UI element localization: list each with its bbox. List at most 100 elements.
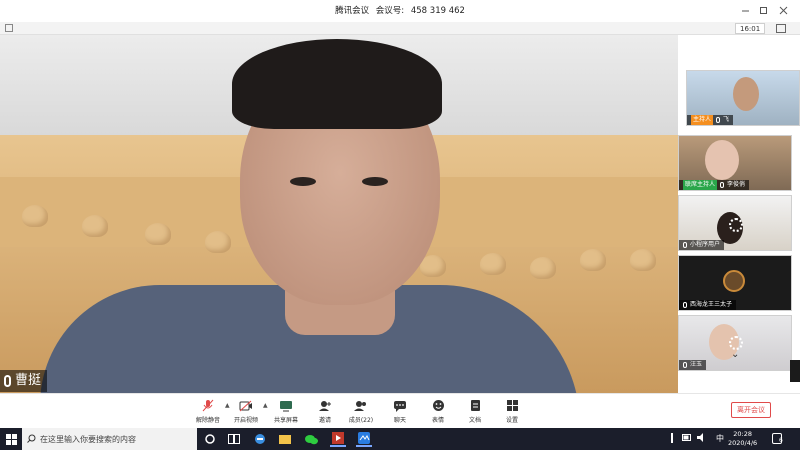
taskbar-search[interactable]: 在这里输入你要搜索的内容	[22, 428, 197, 450]
loading-icon	[729, 336, 743, 350]
participant-name: 小程序用户	[690, 241, 721, 248]
chat-button[interactable]: 聊天	[380, 399, 420, 427]
mic-off-icon	[201, 399, 215, 412]
layout-icon[interactable]	[776, 24, 786, 33]
headboard-heart	[480, 253, 506, 275]
mute-button[interactable]: 解除静音	[188, 399, 228, 427]
file-explorer-icon[interactable]	[277, 431, 293, 447]
battery-icon[interactable]	[682, 433, 692, 444]
tray-clock[interactable]: 20:28 2020/4/6	[728, 430, 757, 448]
camera-off-icon	[239, 399, 253, 412]
mic-icon	[683, 302, 687, 308]
cortana-icon[interactable]	[202, 431, 218, 447]
headboard-heart	[580, 249, 606, 271]
speaker-name: 曹挺	[15, 373, 42, 388]
media-player-icon[interactable]	[330, 431, 346, 447]
control-bar: 解除静音 ▲ 开启视频 ▲ 共享屏幕 邀请 成员(22) 聊天 表情 文档 设置	[0, 393, 800, 428]
document-icon	[468, 399, 482, 412]
share-label: 共享屏幕	[273, 417, 298, 424]
speaker-eye	[290, 177, 316, 186]
participant-tile[interactable]: 西海龙王三太子	[678, 255, 792, 311]
meeting-id-label: 会议号:	[375, 6, 405, 16]
title-bar: 腾讯会议 会议号: 458 319 462	[0, 0, 800, 22]
docs-label: 文档	[468, 417, 481, 424]
settings-button[interactable]: 设置	[492, 399, 532, 427]
tencent-meeting-icon[interactable]	[356, 431, 372, 447]
meeting-info-bar	[0, 22, 800, 35]
tray-time: 20:28	[733, 430, 752, 438]
mute-label: 解除静音	[195, 417, 220, 424]
wechat-icon[interactable]	[303, 431, 319, 447]
cohost-tag: 联席主持人	[683, 180, 718, 190]
main-video	[0, 35, 686, 393]
video-button[interactable]: 开启视频	[226, 399, 266, 427]
speaker-eye	[362, 177, 388, 186]
maximize-icon[interactable]	[756, 3, 770, 17]
participant-name: 李俊俏	[727, 181, 746, 188]
invite-label: 邀请	[318, 417, 331, 424]
close-icon[interactable]	[776, 3, 790, 17]
participant-name: 飞	[723, 116, 730, 123]
search-placeholder: 在这里输入你要搜索的内容	[40, 434, 136, 444]
participant-label: 小程序用户	[679, 240, 725, 250]
members-button[interactable]: 成员(22)	[341, 399, 381, 427]
host-tag: 主持人	[691, 115, 714, 125]
participant-face	[733, 77, 759, 111]
volume-icon[interactable]	[697, 433, 707, 444]
smile-icon	[431, 399, 445, 412]
add-user-icon	[318, 399, 332, 412]
chat-label: 聊天	[393, 417, 406, 424]
search-icon	[27, 434, 36, 445]
meeting-clock: 16:01	[735, 23, 766, 34]
minimize-icon[interactable]	[738, 3, 752, 17]
participant-label: 主持人 飞	[687, 115, 734, 125]
reactions-button[interactable]: 表情	[418, 399, 458, 427]
edge-browser-icon[interactable]	[252, 431, 268, 447]
participant-tile[interactable]: 汪玉 ⌄	[678, 315, 792, 371]
chevron-down-icon[interactable]: ⌄	[731, 349, 739, 360]
network-icon[interactable]	[668, 433, 676, 445]
video-label: 开启视频	[233, 417, 258, 424]
share-screen-button[interactable]: 共享屏幕	[266, 399, 306, 427]
tray-date: 2020/4/6	[728, 439, 758, 447]
participant-label: 汪玉	[679, 360, 707, 370]
headboard-heart	[145, 223, 171, 245]
headboard-heart	[530, 257, 556, 279]
settings-grid-icon	[505, 399, 519, 412]
headboard-heart	[82, 215, 108, 237]
members-label: 成员(22)	[348, 417, 374, 424]
participant-face	[705, 140, 739, 180]
headboard-heart	[22, 205, 48, 227]
invite-button[interactable]: 邀请	[305, 399, 345, 427]
docs-button[interactable]: 文档	[455, 399, 495, 427]
headboard-heart	[630, 249, 656, 271]
mic-icon	[720, 182, 725, 188]
mic-icon	[683, 362, 687, 368]
loading-icon	[729, 218, 743, 232]
participant-avatar	[723, 270, 745, 292]
task-view-icon[interactable]	[226, 431, 242, 447]
notification-count: 6	[779, 437, 783, 444]
meeting-id: 458 319 462	[410, 6, 465, 16]
info-icon[interactable]	[5, 24, 13, 32]
reactions-label: 表情	[431, 417, 444, 424]
headboard-heart	[205, 231, 231, 253]
participant-name: 汪玉	[690, 361, 703, 368]
taskbar: 在这里输入你要搜索的内容 中 20:28 2020/4/6 6	[0, 428, 800, 450]
mic-icon	[4, 375, 11, 387]
members-icon	[354, 399, 368, 412]
windows-start-icon[interactable]	[0, 428, 22, 450]
participant-tile[interactable]: 联席主持人 李俊俏	[678, 135, 792, 191]
side-mic-icon	[790, 360, 800, 382]
mic-icon	[683, 242, 687, 248]
speaker-hair	[232, 39, 442, 129]
ime-indicator[interactable]: 中	[716, 433, 724, 444]
participant-list: 主持人 飞 联席主持人 李俊俏 小程序用户 西海龙王三太子 汪玉 ⌄	[678, 35, 800, 393]
participant-tile[interactable]: 主持人 飞	[686, 70, 800, 126]
participant-tile[interactable]: 小程序用户	[678, 195, 792, 251]
leave-meeting-button[interactable]: 离开会议	[731, 402, 771, 418]
settings-label: 设置	[505, 417, 518, 424]
mic-icon	[716, 117, 721, 123]
participant-label: 西海龙王三太子	[679, 300, 737, 310]
participant-label: 联席主持人 李俊俏	[679, 180, 750, 190]
